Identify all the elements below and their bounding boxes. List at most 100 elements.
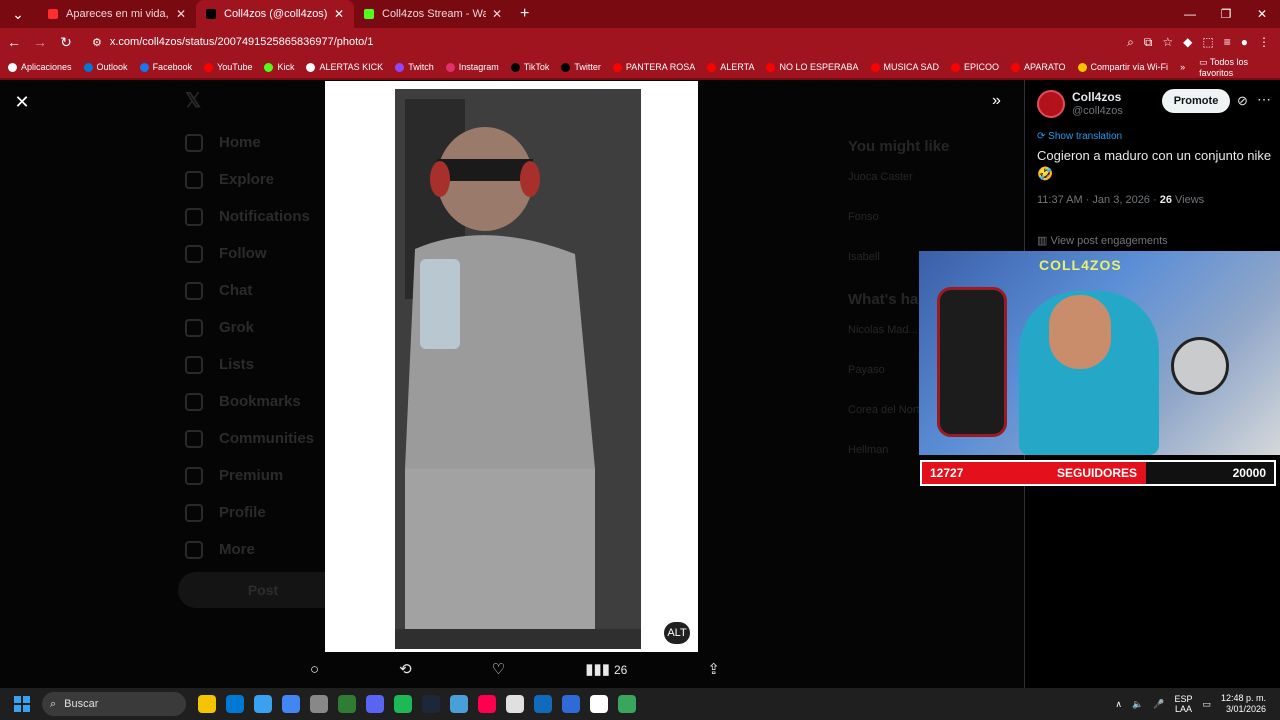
taskbar-search[interactable]: ⌕ Buscar bbox=[42, 692, 186, 716]
reply-icon[interactable]: ○ bbox=[310, 661, 319, 678]
network-icon[interactable]: ▭ bbox=[1202, 699, 1211, 710]
share-icon[interactable]: ⇪ bbox=[707, 660, 720, 678]
search-icon: ⌕ bbox=[50, 697, 57, 710]
bookmark-item[interactable]: MUSICA SAD bbox=[870, 62, 939, 72]
taskbar-app-icon[interactable] bbox=[534, 695, 552, 713]
taskbar-app-icon[interactable] bbox=[310, 695, 328, 713]
install-app-icon[interactable]: ⧉ bbox=[1144, 35, 1153, 50]
tray-chevron-icon[interactable]: ∧ bbox=[1115, 699, 1122, 710]
all-bookmarks-folder[interactable]: ▭ Todos los favoritos bbox=[1199, 57, 1270, 78]
bookmark-item[interactable]: Instagram bbox=[445, 62, 499, 72]
taskbar-app-icon[interactable] bbox=[282, 695, 300, 713]
bookmark-item[interactable]: EPICOO bbox=[951, 62, 999, 72]
taskbar-app-icon[interactable] bbox=[562, 695, 580, 713]
nav-label: More bbox=[219, 541, 255, 558]
post-time[interactable]: 11:37 AM · Jan 3, 2026 · bbox=[1037, 194, 1160, 206]
bookmark-item[interactable]: Facebook bbox=[139, 62, 192, 72]
address-bar[interactable]: ⚙ x.com/coll4zos/status/2007491525865836… bbox=[92, 30, 1280, 54]
browser-tab[interactable]: Coll4zos (@coll4zos) / X ✕ bbox=[196, 0, 354, 28]
volume-icon[interactable]: 🔈 bbox=[1132, 699, 1143, 710]
bookmark-item[interactable]: Twitter bbox=[561, 62, 601, 72]
streamer-head bbox=[1049, 295, 1111, 369]
photo-action-bar: ○ ⟲ ♡ ▮▮▮ 26 ⇪ bbox=[310, 660, 720, 679]
bookmark-item[interactable]: APARATO bbox=[1011, 62, 1066, 72]
view-engagements-link[interactable]: ▥ View post engagements bbox=[1037, 234, 1168, 247]
nav-icon bbox=[185, 133, 203, 152]
author-handle[interactable]: @coll4zos bbox=[1072, 105, 1123, 117]
close-window-button[interactable]: ✕ bbox=[1244, 0, 1280, 28]
repost-icon[interactable]: ⟲ bbox=[399, 660, 412, 678]
more-options-icon[interactable]: ⋯ bbox=[1257, 91, 1271, 108]
site-info-icon[interactable]: ⚙ bbox=[92, 36, 102, 49]
like-icon[interactable]: ♡ bbox=[492, 660, 505, 678]
input-language[interactable]: ESP LAA bbox=[1174, 694, 1192, 714]
background-nav-item: Lists bbox=[185, 346, 314, 383]
alt-text-badge[interactable]: ALT bbox=[664, 622, 690, 644]
author-avatar[interactable] bbox=[1037, 90, 1065, 118]
grok-icon[interactable]: ⊘ bbox=[1237, 93, 1248, 109]
bookmark-item[interactable]: Aplicaciones bbox=[8, 62, 72, 72]
bookmark-item[interactable]: Twitch bbox=[395, 62, 434, 72]
bookmark-item[interactable]: Outlook bbox=[83, 62, 128, 72]
bookmark-item[interactable]: NO LO ESPERABA bbox=[766, 62, 859, 72]
nav-label: Follow bbox=[219, 245, 267, 262]
bookmark-label: Compartir vía Wi-Fi bbox=[1090, 62, 1169, 72]
bookmark-label: Outlook bbox=[96, 62, 128, 72]
bookmark-item[interactable]: YouTube bbox=[204, 62, 252, 72]
taskbar-app-icon[interactable] bbox=[422, 695, 440, 713]
start-button[interactable] bbox=[14, 696, 30, 712]
close-viewer-icon[interactable]: ✕ bbox=[12, 92, 32, 112]
background-nav-item: Chat bbox=[185, 272, 314, 309]
restore-button[interactable]: ❐ bbox=[1208, 0, 1244, 28]
taskbar-app-icon[interactable] bbox=[226, 695, 244, 713]
mic-icon[interactable]: 🎤 bbox=[1153, 699, 1164, 710]
taskbar-app-icon[interactable] bbox=[366, 695, 384, 713]
taskbar-app-icon[interactable] bbox=[338, 695, 356, 713]
lang-top: ESP bbox=[1174, 694, 1193, 704]
profile-avatar-icon[interactable]: ● bbox=[1241, 35, 1248, 50]
bookmark-item[interactable]: Kick bbox=[264, 62, 294, 72]
new-tab-button[interactable]: + bbox=[520, 5, 529, 23]
bookmark-item[interactable]: PANTERA ROSA bbox=[612, 62, 695, 72]
minimize-button[interactable]: — bbox=[1172, 0, 1208, 28]
chrome-menu-icon[interactable]: ⋮ bbox=[1258, 35, 1270, 50]
bookmarks-overflow-icon[interactable]: » bbox=[1180, 62, 1185, 72]
taskbar-app-icon[interactable] bbox=[254, 695, 272, 713]
tab-close-icon[interactable]: ✕ bbox=[176, 7, 186, 21]
tab-close-icon[interactable]: ✕ bbox=[334, 7, 344, 21]
follower-goal: 20000 bbox=[1232, 466, 1266, 480]
author-name[interactable]: Coll4zos bbox=[1072, 90, 1121, 104]
clock[interactable]: 12:48 p. m. 3/01/2026 bbox=[1221, 693, 1266, 715]
back-button[interactable]: ← bbox=[2, 34, 26, 50]
show-translation-link[interactable]: ⟳ Show translation bbox=[1037, 131, 1122, 142]
background-post-button: Post bbox=[178, 572, 348, 608]
nav-icon bbox=[185, 503, 203, 522]
forward-button[interactable]: → bbox=[28, 34, 52, 50]
bookmark-star-icon[interactable]: ☆ bbox=[1162, 35, 1173, 50]
taskbar-app-icon[interactable] bbox=[394, 695, 412, 713]
tab-search-icon[interactable]: ⌄ bbox=[6, 6, 30, 23]
taskbar-app-icon[interactable] bbox=[506, 695, 524, 713]
post-photo[interactable]: ALT bbox=[325, 81, 698, 652]
fan bbox=[1171, 337, 1229, 395]
tab-close-icon[interactable]: ✕ bbox=[492, 7, 502, 21]
taskbar-app-icon[interactable] bbox=[450, 695, 468, 713]
bookmark-item[interactable]: TikTok bbox=[510, 62, 549, 72]
reading-list-icon[interactable]: ≡ bbox=[1224, 35, 1231, 50]
promote-button[interactable]: Promote bbox=[1162, 89, 1230, 113]
taskbar-app-icon[interactable] bbox=[478, 695, 496, 713]
taskbar-app-icon[interactable] bbox=[198, 695, 216, 713]
bookmark-item[interactable]: Compartir vía Wi-Fi bbox=[1077, 62, 1169, 72]
taskbar-app-icon[interactable] bbox=[618, 695, 636, 713]
bookmark-item[interactable]: ALERTAS KICK bbox=[306, 62, 383, 72]
bookmark-item[interactable]: ALERTA bbox=[707, 62, 754, 72]
views-button[interactable]: ▮▮▮ 26 bbox=[585, 660, 627, 678]
taskbar-app-icon[interactable] bbox=[590, 695, 608, 713]
extension-icon[interactable]: ◆ bbox=[1183, 35, 1192, 50]
expand-panel-icon[interactable]: » bbox=[992, 92, 1001, 110]
browser-tab[interactable]: Apareces en mi vida, Que Viva Y ✕ bbox=[38, 0, 196, 28]
browser-tab[interactable]: Coll4zos Stream - Watch Live o ✕ bbox=[354, 0, 512, 28]
zoom-icon[interactable]: ⌕ bbox=[1127, 35, 1134, 50]
reload-button[interactable]: ↻ bbox=[54, 34, 78, 51]
extensions-puzzle-icon[interactable]: ⬚ bbox=[1202, 35, 1213, 50]
